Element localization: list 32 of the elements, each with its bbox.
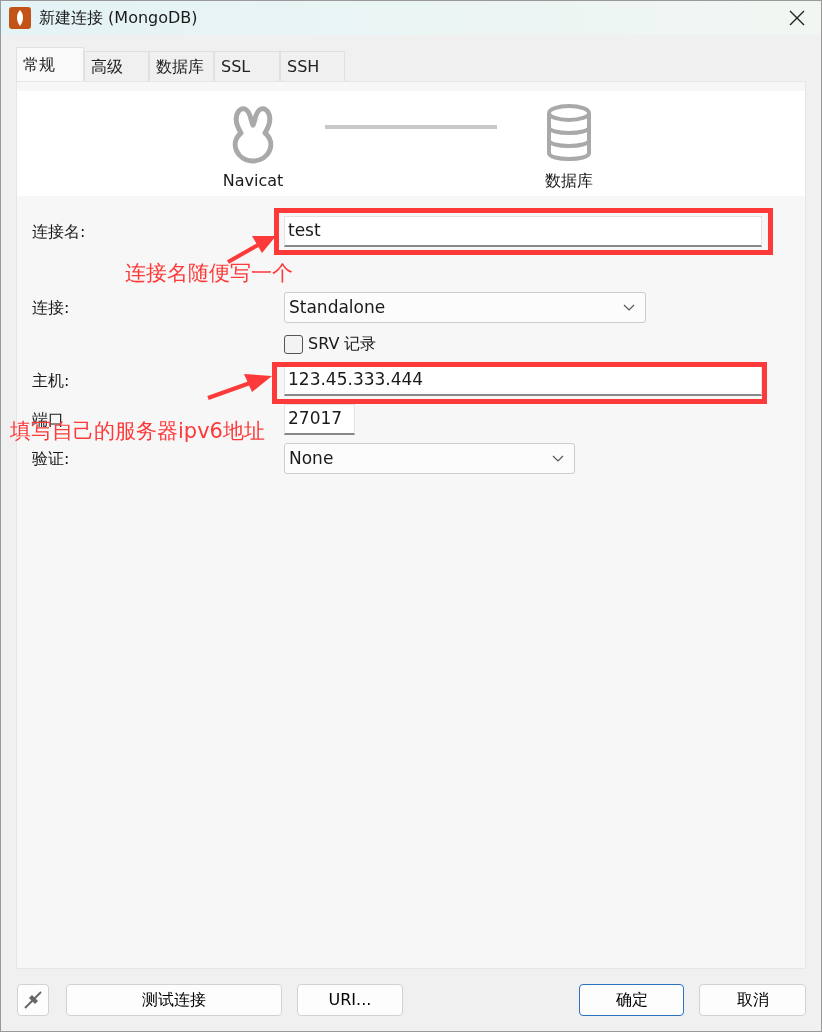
close-icon[interactable] — [789, 10, 805, 26]
database-label: 数据库 — [545, 170, 593, 192]
tab[interactable]: SSH — [280, 51, 345, 81]
checkbox-label: SRV 记录 — [308, 333, 377, 355]
annotation-arrow — [227, 236, 276, 264]
field-label: 验证: — [32, 448, 70, 468]
input-field[interactable]: 27017 — [284, 404, 355, 435]
app-icon — [9, 7, 31, 29]
plug-icon — [22, 990, 43, 1010]
tab[interactable]: SSL — [214, 51, 280, 81]
tab[interactable]: 常规 — [16, 47, 84, 81]
dropdown[interactable]: Standalone — [284, 292, 646, 323]
window-title: 新建连接 (MongoDB) — [39, 7, 198, 29]
dropdown[interactable]: None — [284, 443, 575, 474]
tab[interactable]: 高级 — [84, 51, 149, 81]
field-label: 连接名: — [32, 221, 86, 241]
field-label: 主机: — [32, 370, 70, 390]
chevron-down-icon — [623, 303, 635, 312]
chevron-down-icon — [552, 454, 564, 463]
dialog-button[interactable]: 确定 — [578, 984, 685, 1016]
field-label: 连接: — [32, 297, 70, 317]
input-field[interactable]: test — [284, 216, 762, 247]
navicat-label: Navicat — [222, 170, 284, 192]
input-field[interactable]: 123.45.333.444 — [284, 365, 762, 396]
dialog-button[interactable]: URI... — [297, 984, 403, 1016]
annotation-arrow — [207, 374, 272, 400]
dialog-button[interactable]: 测试连接 — [65, 984, 283, 1016]
dialog-button[interactable]: 取消 — [699, 984, 806, 1016]
checkbox[interactable] — [284, 334, 303, 354]
tab[interactable]: 数据库 — [149, 51, 214, 81]
plug-icon-button[interactable] — [17, 984, 49, 1016]
annotation-text: 连接名随便写一个 — [125, 262, 293, 286]
